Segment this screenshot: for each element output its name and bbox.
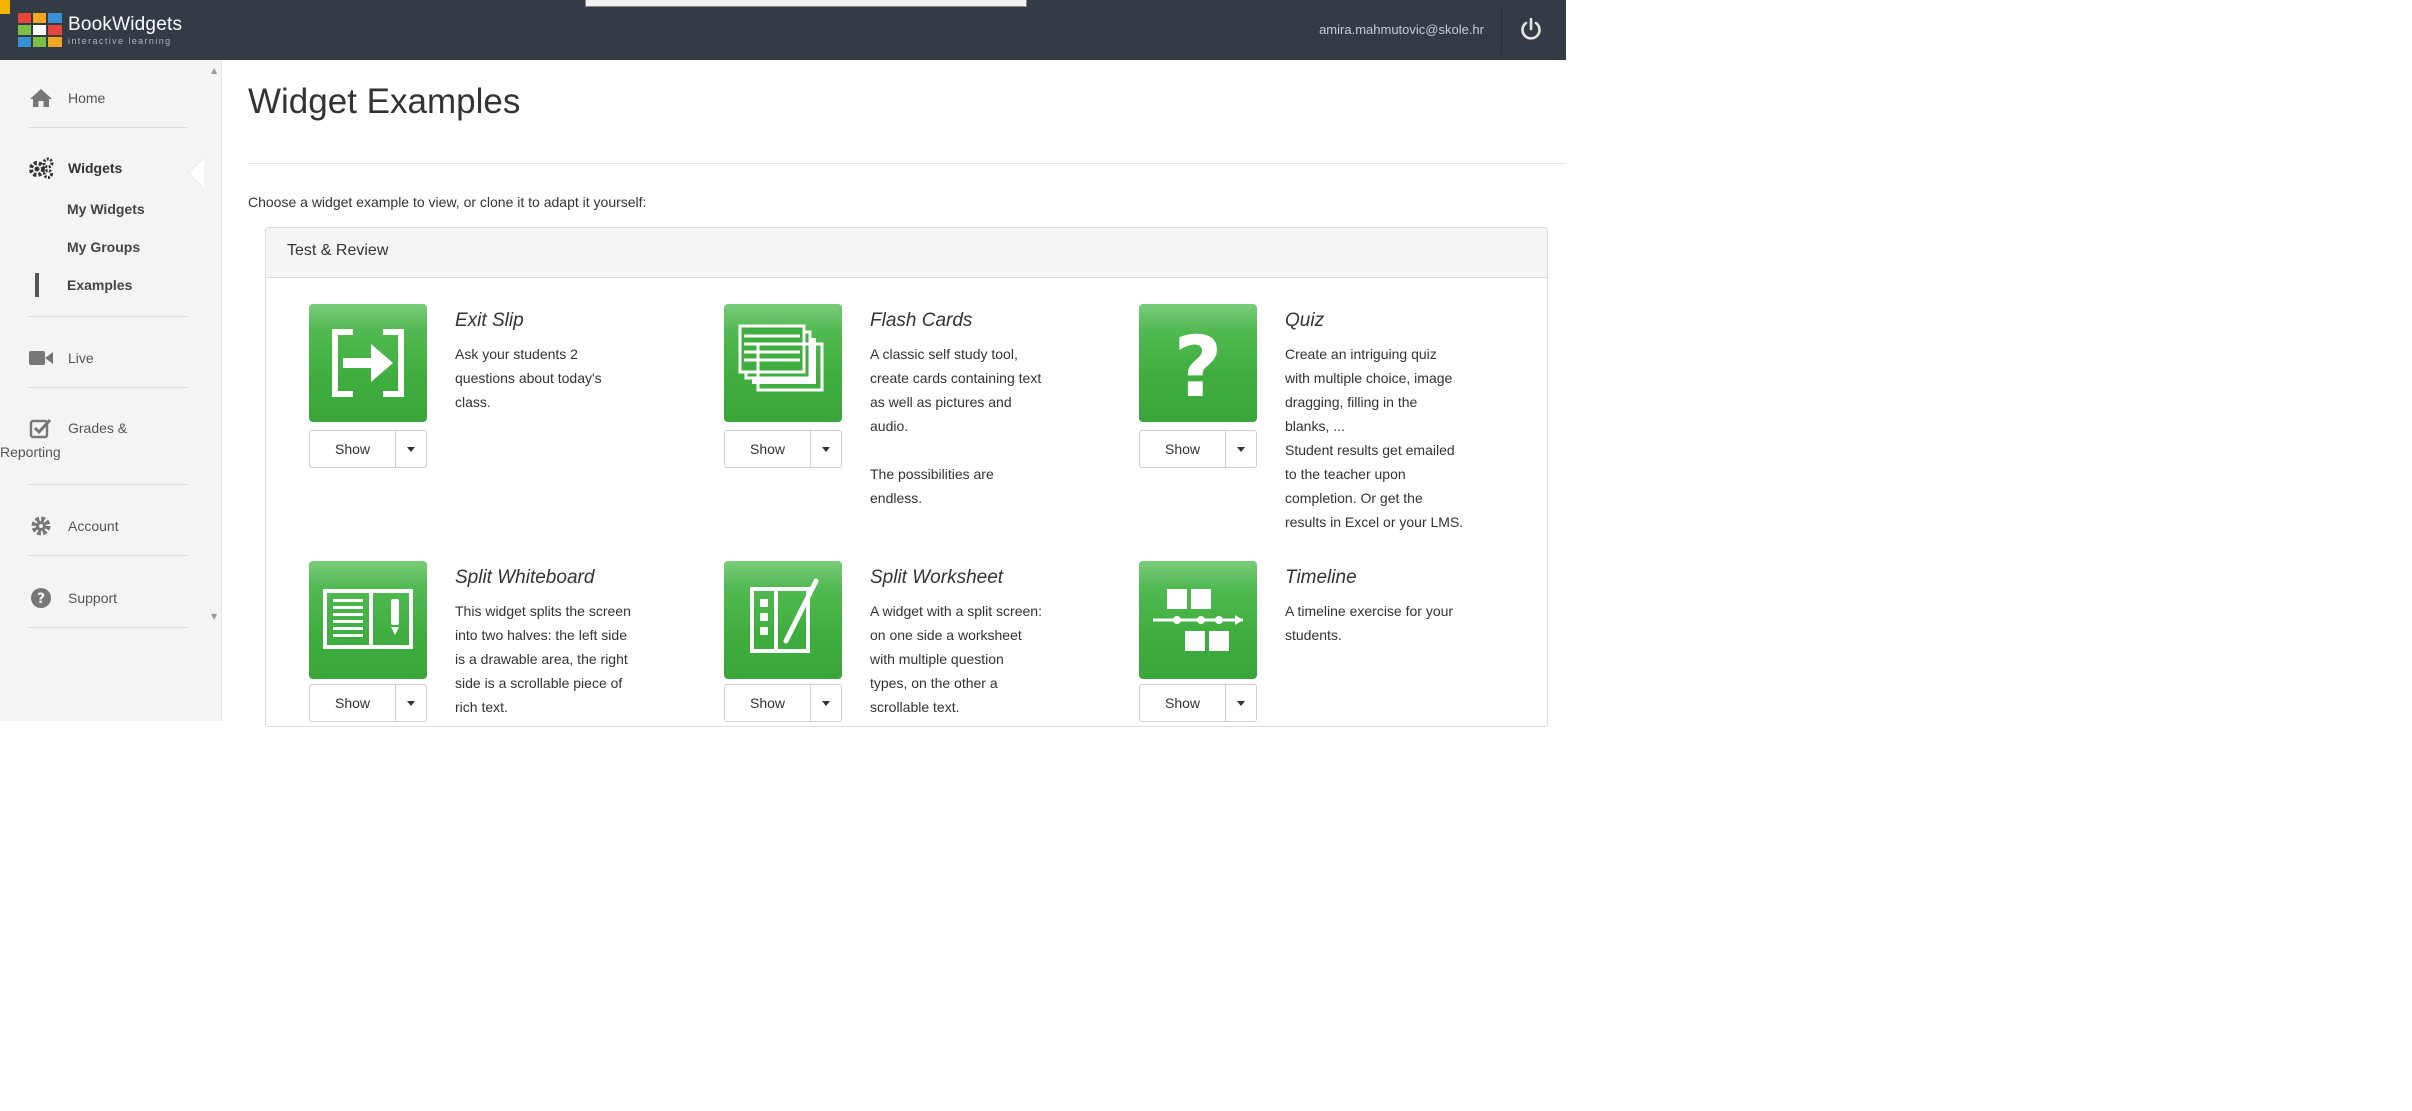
svg-text:?: ? [37,591,45,607]
dropdown-toggle[interactable] [811,685,841,721]
active-indicator [35,273,39,297]
sidebar-item-home[interactable]: Home [28,87,105,109]
dropdown-toggle[interactable] [396,431,426,467]
sidebar-item-support[interactable]: ? Support [28,587,117,609]
sidebar-subitem-my-widgets[interactable]: My Widgets [67,201,145,217]
sidebar-item-grades-line2[interactable]: Reporting [0,444,61,460]
page-title: Widget Examples [248,82,521,121]
widget-name[interactable]: Timeline [1285,567,1357,589]
widget-card-split-worksheet: Split Worksheet A widget with a split sc… [724,561,1104,722]
dropdown-toggle[interactable] [811,431,841,467]
caret-down-icon [407,700,415,706]
sidebar-item-label: Account [68,518,119,534]
show-button[interactable]: Show [1140,431,1226,467]
caret-down-icon [822,446,830,452]
dropdown-toggle[interactable] [396,685,426,721]
flash-cards-icon[interactable] [724,304,842,422]
sidebar-divider [28,316,188,317]
show-button[interactable]: Show [725,431,811,467]
brand-name: BookWidgets [68,13,183,35]
show-button-group: Show [1139,430,1257,468]
sidebar-item-account[interactable]: Account [28,515,119,537]
sidebar-item-label: Reporting [0,444,61,460]
sidebar-divider [28,127,188,128]
sidebar-item-label: Support [68,590,118,606]
overlay-bar [585,0,1027,7]
question-mark-icon[interactable]: ? [1139,304,1257,422]
sidebar-item-grades[interactable]: Grades & [28,417,127,439]
split-worksheet-icon[interactable] [724,561,842,679]
bookwidgets-logo-icon [18,13,62,47]
widget-description: A timeline exercise for your students. [1285,603,1454,643]
sidebar-subitem-my-groups[interactable]: My Groups [67,239,140,255]
user-email[interactable]: amira.mahmutovic@skole.hr [1319,22,1484,37]
brand-tagline: interactive learning [68,35,172,46]
power-icon[interactable] [1518,16,1544,42]
video-camera-icon [28,347,54,369]
widget-name[interactable]: Flash Cards [870,310,972,332]
widget-description: Ask your students 2 questions about toda… [455,346,602,410]
show-button[interactable]: Show [310,431,396,467]
svg-text:?: ? [1174,318,1223,416]
sidebar-divider [28,387,188,388]
sidebar-item-label: Live [68,350,94,366]
title-divider [248,163,1566,164]
caret-down-icon [1237,700,1245,706]
caret-down-icon [822,700,830,706]
active-section-caret [188,157,204,189]
split-whiteboard-icon[interactable] [309,561,427,679]
exit-arrow-icon[interactable] [309,304,427,422]
question-circle-icon: ? [28,587,54,609]
checkbox-icon [28,417,54,439]
widget-description: A widget with a split screen: on one sid… [870,603,1042,715]
sidebar-item-live[interactable]: Live [28,347,94,369]
home-icon [28,87,54,109]
widget-card-split-whiteboard: Split Whiteboard This widget splits the … [309,561,689,722]
show-button[interactable]: Show [310,685,396,721]
sidebar-item-widgets[interactable]: Widgets [28,157,122,179]
show-button-group: Show [1139,684,1257,722]
widget-card-quiz: ? Quiz Create an intriguing quiz with mu… [1139,304,1519,530]
show-button-group: Show [309,430,427,468]
intro-text: Choose a widget example to view, or clon… [248,194,647,210]
gear-icon [28,515,54,537]
brand[interactable]: BookWidgets interactive learning [18,13,182,47]
widget-card-exit-slip: Exit Slip Ask your students 2 questions … [309,304,689,468]
sidebar: ▲ ▼ Home Widgets My Widgets My Groups Ex… [0,60,222,721]
widget-description: Create an intriguing quiz with multiple … [1285,346,1464,530]
sidebar-divider [28,555,188,556]
widget-card-timeline: Timeline A timeline exercise for your st… [1139,561,1519,722]
widget-name[interactable]: Split Worksheet [870,567,1003,589]
sidebar-divider [28,627,188,628]
test-review-panel: Test & Review Exit Slip Ask your student… [265,227,1548,727]
widget-description: This widget splits the screen into two h… [455,603,631,715]
widget-name[interactable]: Quiz [1285,310,1324,332]
dropdown-toggle[interactable] [1226,685,1256,721]
show-button-group: Show [724,684,842,722]
show-button-group: Show [309,684,427,722]
show-button-group: Show [724,430,842,468]
sidebar-divider [28,484,188,485]
show-button[interactable]: Show [1140,685,1226,721]
caret-down-icon [407,446,415,452]
show-button[interactable]: Show [725,685,811,721]
dropdown-toggle[interactable] [1226,431,1256,467]
widget-name[interactable]: Split Whiteboard [455,567,594,589]
timeline-icon[interactable] [1139,561,1257,679]
panel-heading: Test & Review [266,228,1547,278]
sidebar-item-label: Home [68,90,106,106]
widget-card-flash-cards: Flash Cards A classic self study tool, c… [724,304,1104,506]
widget-description: A classic self study tool, create cards … [870,346,1042,506]
caret-down-icon [1237,446,1245,452]
window-corner-marker [0,0,10,14]
widget-name[interactable]: Exit Slip [455,310,524,332]
sidebar-subitem-examples[interactable]: Examples [67,277,132,293]
gears-icon [28,157,54,179]
sidebar-item-label: Grades & [68,420,128,436]
sidebar-item-label: Widgets [68,160,123,176]
top-navbar: BookWidgets interactive learning amira.m… [0,0,1566,60]
sidebar-scrollbar[interactable]: ▲ ▼ [209,60,221,721]
divider [1501,6,1502,54]
